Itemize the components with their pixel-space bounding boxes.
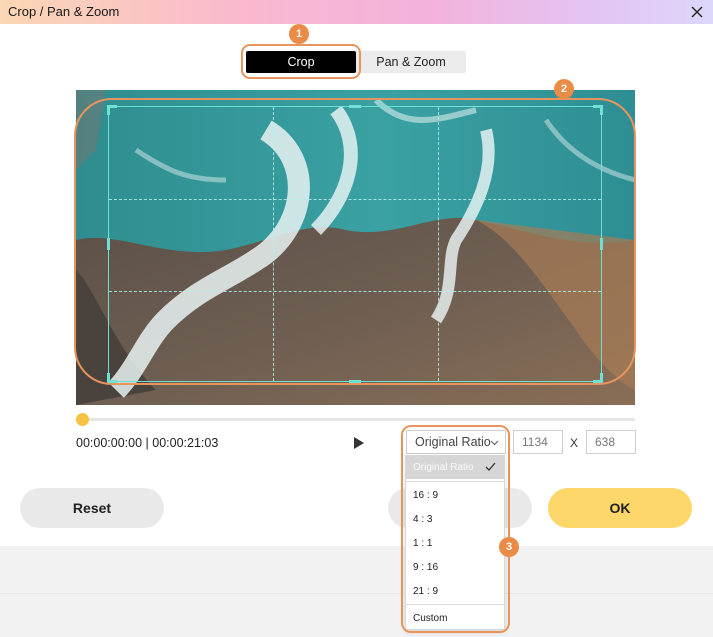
crop-grid-line	[438, 107, 439, 381]
tab-pan-zoom[interactable]: Pan & Zoom	[356, 51, 466, 73]
close-button[interactable]	[687, 2, 707, 22]
dropdown-divider	[406, 604, 504, 605]
crop-grid-line	[273, 107, 274, 381]
title-bar: Crop / Pan & Zoom	[0, 0, 713, 24]
crop-handle-top[interactable]	[349, 105, 361, 108]
crop-handle-bottom-right[interactable]	[600, 373, 603, 383]
dimension-separator: X	[570, 436, 579, 450]
ratio-option-1-1[interactable]: 1 : 1	[406, 532, 504, 555]
ratio-option-original[interactable]: Original Ratio	[406, 456, 504, 479]
ratio-option-label: 9 : 16	[413, 562, 439, 573]
mode-tabs: Crop Pan & Zoom	[246, 51, 466, 73]
close-icon	[691, 6, 703, 18]
crop-width-input[interactable]	[513, 430, 563, 454]
reset-button[interactable]: Reset	[20, 488, 164, 528]
crop-frame[interactable]	[108, 106, 602, 382]
ok-button[interactable]: OK	[548, 488, 692, 528]
aspect-ratio-dropdown: Original Ratio 16 : 9 4 : 3 1 : 1 9 : 16…	[405, 455, 505, 630]
crop-handle-bottom[interactable]	[349, 380, 361, 383]
tab-crop[interactable]: Crop	[246, 51, 356, 73]
crop-grid-line	[109, 199, 601, 200]
timeline-knob[interactable]	[76, 413, 89, 426]
crop-handle-top-left[interactable]	[107, 105, 110, 115]
ratio-option-label: 4 : 3	[413, 514, 433, 525]
time-separator: |	[145, 436, 149, 450]
annotation-badge-3: 3	[499, 537, 519, 557]
crop-handle-right[interactable]	[600, 238, 603, 250]
crop-handle-bottom-left[interactable]	[107, 373, 110, 383]
footer-panel	[0, 546, 713, 637]
annotation-badge-2: 2	[554, 79, 574, 99]
ratio-option-16-9[interactable]: 16 : 9	[406, 484, 504, 507]
ratio-option-label: 1 : 1	[413, 538, 433, 549]
crop-handle-left[interactable]	[107, 238, 110, 250]
ratio-option-4-3[interactable]: 4 : 3	[406, 508, 504, 531]
crop-height-input[interactable]	[586, 430, 636, 454]
dropdown-divider	[406, 481, 504, 482]
timecode: 00:00:00:00 | 00:00:21:03	[76, 436, 218, 450]
crop-grid-line	[109, 291, 601, 292]
annotation-badge-1: 1	[289, 24, 309, 44]
play-icon	[354, 437, 364, 449]
ratio-option-custom[interactable]: Custom	[406, 607, 504, 630]
checkmark-icon	[485, 462, 496, 471]
ratio-option-label: 21 : 9	[413, 586, 439, 597]
current-time: 00:00:00:00	[76, 436, 143, 450]
ratio-option-label: Original Ratio	[413, 462, 474, 473]
footer-divider	[0, 593, 713, 594]
ratio-option-label: Custom	[413, 613, 448, 624]
ratio-option-21-9[interactable]: 21 : 9	[406, 580, 504, 603]
chevron-down-icon	[490, 440, 499, 446]
ratio-option-label: 16 : 9	[413, 490, 439, 501]
play-button[interactable]	[352, 436, 366, 450]
total-duration: 00:00:21:03	[152, 436, 219, 450]
aspect-ratio-select[interactable]: Original Ratio	[406, 430, 506, 454]
timeline-track[interactable]	[80, 418, 635, 421]
window-title: Crop / Pan & Zoom	[8, 4, 120, 19]
aspect-ratio-value: Original Ratio	[415, 435, 491, 449]
crop-handle-top-right[interactable]	[600, 105, 603, 115]
ratio-option-9-16[interactable]: 9 : 16	[406, 556, 504, 579]
